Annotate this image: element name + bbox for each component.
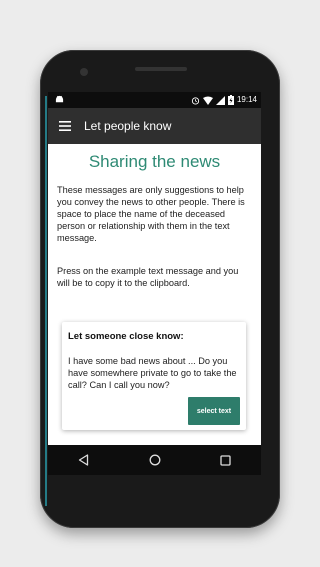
phone-edge-accent xyxy=(45,96,47,506)
home-button[interactable] xyxy=(140,447,170,473)
message-card[interactable]: Let someone close know: I have some bad … xyxy=(62,322,246,430)
app-bar: Let people know xyxy=(48,108,261,144)
phone-speaker xyxy=(135,67,187,71)
front-camera xyxy=(80,68,88,76)
status-icons: 19:14 xyxy=(191,94,257,106)
main-content: Sharing the news These messages are only… xyxy=(48,144,261,445)
phone-screen: 19:14 Let people know Sharing the news T… xyxy=(48,92,261,445)
app-bar-title: Let people know xyxy=(84,119,172,133)
recents-button[interactable] xyxy=(211,447,241,473)
card-title: Let someone close know: xyxy=(68,331,184,342)
alarm-icon xyxy=(191,96,200,105)
intro-paragraph: These messages are only suggestions to h… xyxy=(57,185,245,243)
select-text-button[interactable]: select text xyxy=(188,397,240,425)
home-icon xyxy=(149,454,160,466)
back-icon xyxy=(78,454,89,466)
back-button[interactable] xyxy=(69,447,99,473)
android-icon xyxy=(55,95,64,103)
page-title: Sharing the news xyxy=(88,152,221,171)
instruction-paragraph: Press on the example text message and yo… xyxy=(57,266,239,288)
hamburger-menu-icon xyxy=(59,121,71,131)
battery-charging-icon xyxy=(227,95,234,105)
wifi-icon xyxy=(202,96,213,105)
status-time: 19:14 xyxy=(236,95,257,104)
signal-icon xyxy=(215,95,225,105)
example-message[interactable]: I have some bad news about ... Do you ha… xyxy=(68,355,244,391)
menu-button[interactable] xyxy=(48,108,82,144)
recents-icon xyxy=(220,454,231,466)
navigation-bar xyxy=(48,445,261,475)
status-bar: 19:14 xyxy=(48,92,261,108)
